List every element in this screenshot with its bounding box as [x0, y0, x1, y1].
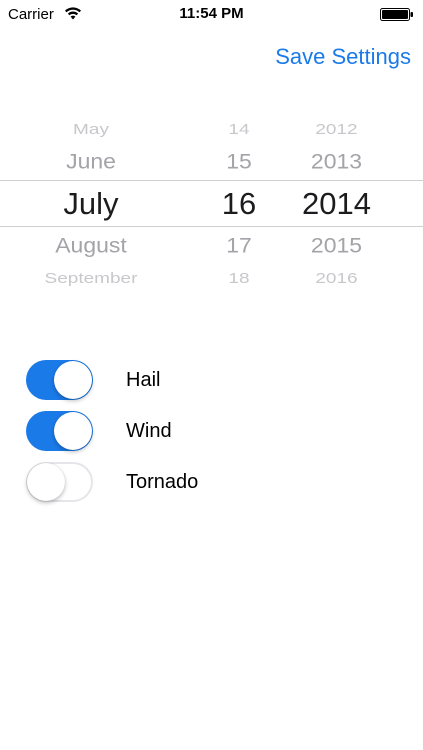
toggle-knob: [54, 361, 92, 399]
hail-setting-row: Hail: [26, 360, 326, 400]
year-wheel[interactable]: 2012 2013 2014 2015 2016: [290, 108, 383, 293]
day-option[interactable]: 14: [198, 122, 280, 137]
tornado-setting-row: Tornado: [26, 462, 326, 502]
tornado-label: Tornado: [126, 471, 199, 493]
month-option[interactable]: August: [0, 234, 182, 256]
hail-label: Hail: [126, 369, 161, 391]
day-option[interactable]: 15: [198, 150, 280, 172]
month-option[interactable]: September: [0, 271, 182, 286]
wind-toggle[interactable]: [26, 411, 93, 451]
year-option[interactable]: 2015: [290, 234, 383, 256]
year-option[interactable]: 2012: [290, 122, 383, 137]
month-option[interactable]: May: [0, 122, 182, 137]
save-settings-button[interactable]: Save Settings: [275, 44, 411, 70]
status-bar: Carrier 11:54 PM: [0, 0, 423, 30]
hail-toggle[interactable]: [26, 360, 93, 400]
month-wheel[interactable]: May June July August September: [0, 108, 182, 293]
battery-icon: [380, 8, 413, 21]
toggle-knob: [54, 412, 92, 450]
year-option[interactable]: 2013: [290, 150, 383, 172]
wind-label: Wind: [126, 420, 172, 442]
day-option[interactable]: 18: [198, 271, 280, 286]
year-selected[interactable]: 2014: [290, 188, 383, 219]
year-option[interactable]: 2016: [290, 271, 383, 286]
date-picker[interactable]: May June July August September 14 15 16 …: [0, 108, 423, 293]
wind-setting-row: Wind: [26, 411, 326, 451]
month-option[interactable]: June: [0, 150, 182, 172]
month-selected[interactable]: July: [0, 188, 182, 219]
tornado-toggle[interactable]: [26, 462, 93, 502]
day-wheel[interactable]: 14 15 16 17 18: [198, 108, 280, 293]
day-selected[interactable]: 16: [198, 188, 280, 219]
status-time: 11:54 PM: [179, 5, 244, 22]
day-option[interactable]: 17: [198, 234, 280, 256]
toggle-knob: [27, 463, 65, 501]
